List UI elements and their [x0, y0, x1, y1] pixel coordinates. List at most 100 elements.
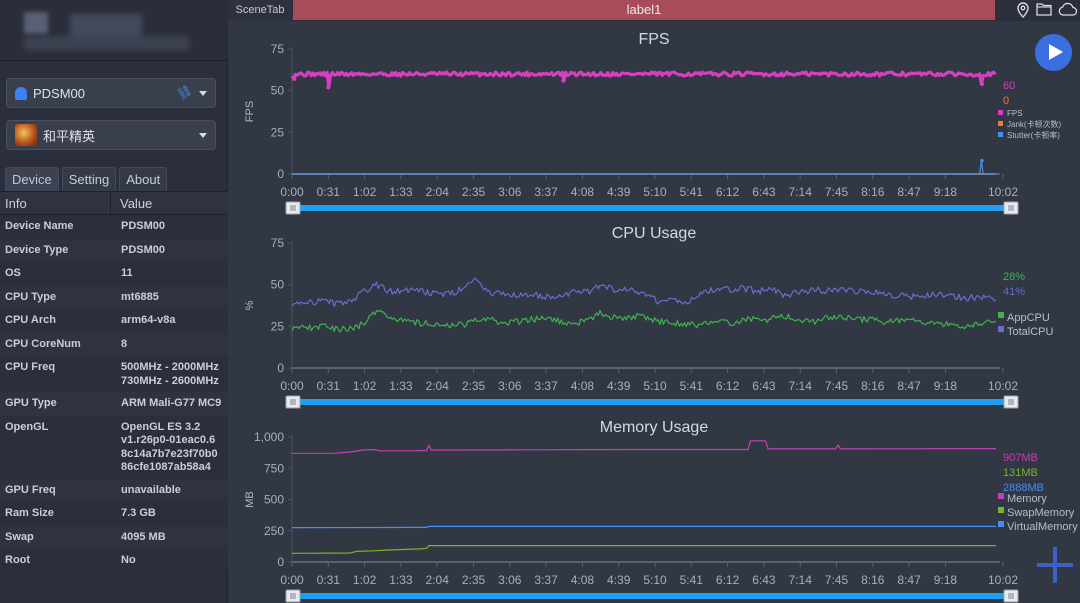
x-tick-label: 4:39 [607, 379, 631, 393]
x-tick-label: 1:02 [353, 573, 377, 587]
y-tick-label: 250 [264, 524, 284, 538]
folder-icon[interactable] [1035, 2, 1053, 19]
y-tick-label: 75 [271, 236, 285, 250]
fps-dip-marker [326, 85, 331, 90]
row-value: ARM Mali-G77 MC9 [121, 397, 222, 409]
x-tick-label: 7:14 [789, 379, 813, 393]
x-tick-label: 1:33 [389, 379, 413, 393]
row-key: Ram Size [5, 507, 54, 519]
x-tick-label: 7:45 [825, 379, 849, 393]
x-tick-label: 7:45 [825, 573, 849, 587]
table-row[interactable]: GPU Freq unavailable [0, 478, 228, 502]
chart-0: FPS FPS 0 25 50 75 0:00 0:31 1:02 1:33 2:04 2:35 3:0… [244, 31, 1062, 215]
legend-item[interactable]: VirtualMemory [1007, 521, 1078, 533]
x-tick-label: 6:12 [716, 573, 740, 587]
row-key: Device Name [5, 220, 74, 232]
legend-swatch [998, 326, 1004, 332]
device-select[interactable]: PDSM00 ⛓ [6, 78, 216, 108]
series-line-virtualmemory [291, 525, 996, 529]
legend-item[interactable]: Memory [1007, 493, 1047, 505]
legend-item[interactable]: Jank(卡顿次数) [1007, 119, 1062, 129]
add-button[interactable] [1037, 547, 1073, 583]
x-tick-label: 5:41 [680, 185, 704, 199]
scene-tab[interactable]: SceneTab [228, 0, 292, 21]
table-row[interactable]: CPU CoreNum 8 [0, 332, 228, 356]
x-tick-label: 0:31 [317, 185, 341, 199]
x-tick-label: 3:37 [534, 185, 558, 199]
series-line-appcpu [291, 309, 997, 333]
legend-swatch [998, 507, 1004, 513]
range-slider-track[interactable] [298, 593, 1004, 599]
chart-title: Memory Usage [600, 419, 709, 436]
x-tick-label: 8:16 [861, 185, 885, 199]
tab-device[interactable]: Device [5, 167, 59, 191]
tab-about[interactable]: About [119, 167, 168, 191]
x-tick-label: 8:47 [897, 379, 921, 393]
x-tick-label: 8:47 [897, 573, 921, 587]
play-button[interactable] [1035, 34, 1072, 71]
table-row[interactable]: OpenGL OpenGL ES 3.2 v1.r26p0-01eac0.6 8c… [0, 415, 228, 479]
legend-swatch [998, 132, 1003, 137]
row-key: CPU Freq [5, 361, 56, 373]
tab-setting[interactable]: Setting [61, 167, 117, 191]
app-select-value: 和平精英 [43, 128, 96, 144]
legend-item[interactable]: SwapMemory [1007, 507, 1075, 519]
x-tick-label: 4:08 [571, 379, 595, 393]
series-line-memory [292, 440, 997, 454]
row-key: Device Type [5, 243, 69, 256]
y-tick-label: 75 [271, 42, 285, 56]
x-tick-label: 1:02 [353, 379, 377, 393]
legend-item[interactable]: TotalCPU [1007, 326, 1054, 338]
x-tick-label: 6:43 [752, 573, 776, 587]
x-tick-label: 0:00 [280, 379, 304, 393]
current-value-appcpu: 28% [1003, 271, 1025, 283]
legend-swatch [998, 312, 1004, 318]
legend-swatch [998, 493, 1004, 499]
legend-item[interactable]: FPS [1007, 109, 1023, 118]
row-key: OpenGL [5, 420, 49, 433]
column-header-value[interactable]: Value [111, 192, 152, 214]
range-slider-track[interactable] [298, 399, 1004, 405]
x-tick-label: 7:14 [789, 573, 813, 587]
table-row[interactable]: Ram Size 7.3 GB [0, 502, 228, 526]
x-tick-label: 2:04 [426, 379, 450, 393]
table-row[interactable]: CPU Type mt6885 [0, 285, 228, 309]
chevron-down-icon[interactable] [199, 91, 207, 96]
row-value: No [121, 554, 136, 566]
legend-item[interactable]: AppCPU [1007, 312, 1050, 324]
row-value: 11 [121, 267, 133, 279]
table-row[interactable]: OS 11 [0, 262, 228, 286]
current-value-fps: 60 [1003, 80, 1015, 92]
current-value-swapmemory: 131MB [1003, 467, 1038, 479]
x-tick-label: 0:31 [317, 573, 341, 587]
charts-panel: FPS FPS 0 25 50 75 0:00 0:31 1:02 1:33 2:04 2:35 3:0… [228, 21, 1080, 603]
column-header-info[interactable]: Info [0, 192, 111, 214]
table-row[interactable]: Device Type PDSM00 [0, 238, 228, 262]
cloud-icon[interactable] [1058, 2, 1078, 19]
user-info-blurred [24, 36, 189, 50]
x-tick-label: 2:04 [426, 185, 450, 199]
x-tick-label: 8:47 [897, 185, 921, 199]
row-value: 4095 MB [121, 530, 166, 543]
x-tick-label: 8:16 [861, 379, 885, 393]
row-value: 7.3 GB [121, 507, 156, 519]
range-slider-track[interactable] [298, 205, 1004, 211]
row-value: 500MHz - 2000MHz 730MHz - 2600MHz [121, 361, 219, 387]
location-pin-icon[interactable] [1014, 2, 1032, 19]
app-root: PDSM00 ⛓ 和平精英 Device Setting About Info … [0, 0, 1080, 603]
table-row[interactable]: Root No [0, 549, 228, 573]
table-row[interactable]: GPU Type ARM Mali-G77 MC9 [0, 392, 228, 416]
link-icon[interactable]: ⛓ [174, 82, 194, 102]
label-tab[interactable]: label1 [293, 0, 995, 20]
x-tick-label: 8:16 [861, 573, 885, 587]
table-row[interactable]: Device Name PDSM00 [0, 215, 228, 239]
series-line-fps [290, 70, 997, 89]
table-row[interactable]: Swap 4095 MB [0, 525, 228, 549]
x-tick-label: 6:12 [716, 379, 740, 393]
table-row[interactable]: CPU Freq 500MHz - 2000MHz 730MHz - 2600MH… [0, 356, 228, 392]
legend-item[interactable]: Stutter(卡顿率) [1007, 130, 1060, 140]
fps-dip-marker [979, 82, 984, 86]
table-row[interactable]: CPU Arch arm64-v8a [0, 309, 228, 333]
chevron-down-icon[interactable] [199, 133, 207, 138]
app-select[interactable]: 和平精英 [6, 120, 216, 150]
